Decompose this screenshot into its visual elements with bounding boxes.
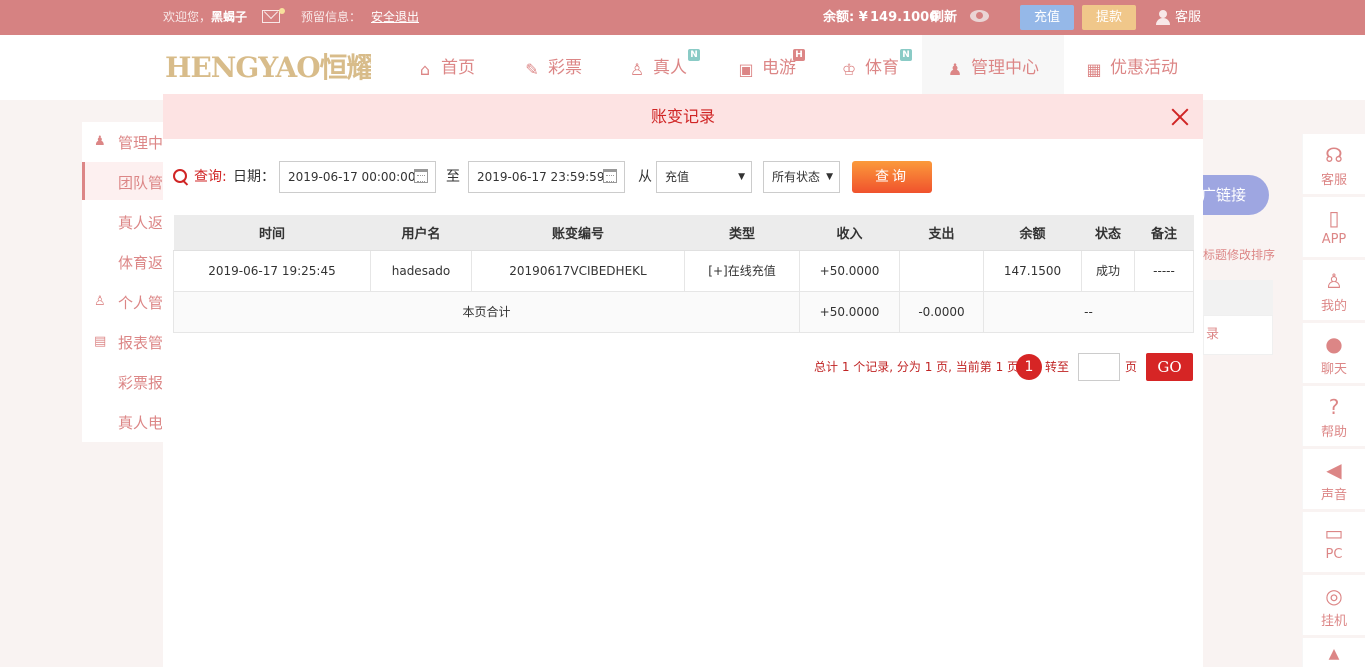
- calendar-icon[interactable]: [414, 169, 428, 183]
- modal-title: 账变记录: [650, 107, 715, 126]
- search-icon: [173, 169, 190, 186]
- account-change-modal: 账变记录 查询: 日期： 至 从 充值▼ 所有状态▼ 查询 时间 用户名 账变编…: [163, 94, 1203, 667]
- date-label: 日期：: [233, 169, 275, 185]
- type-select[interactable]: 充值 ▼: [656, 161, 752, 193]
- col-income: 收入: [799, 215, 900, 251]
- cell-username: hadesado: [370, 249, 472, 292]
- summary-expense: -0.0000: [899, 290, 984, 333]
- query-label: 查询:: [194, 169, 227, 185]
- go-button[interactable]: GO: [1146, 353, 1193, 381]
- pagination-summary: 总计 1 个记录, 分为 1 页, 当前第 1 页: [814, 360, 1020, 374]
- date-from-input[interactable]: [279, 161, 436, 193]
- records-table: 时间 用户名 账变编号 类型 收入 支出 余额 状态 备注 2019-06-17…: [173, 215, 1194, 333]
- col-type: 类型: [684, 215, 800, 251]
- chevron-down-icon: ▼: [826, 172, 833, 182]
- goto-label: 转至: [1045, 360, 1070, 374]
- col-balance: 余额: [983, 215, 1082, 251]
- page-number-current[interactable]: 1: [1016, 354, 1042, 380]
- col-username: 用户名: [370, 215, 472, 251]
- calendar-icon[interactable]: [603, 169, 617, 183]
- chevron-down-icon: ▼: [738, 172, 745, 182]
- table-header-row: 时间 用户名 账变编号 类型 收入 支出 余额 状态 备注: [173, 215, 1194, 251]
- cell-time: 2019-06-17 19:25:45: [173, 249, 371, 292]
- query-button[interactable]: 查询: [852, 161, 932, 193]
- col-remark: 备注: [1134, 215, 1194, 251]
- table-row: 2019-06-17 19:25:45 hadesado 20190617VCI…: [173, 249, 1194, 292]
- summary-row: 本页合计 +50.0000 -0.0000 --: [173, 290, 1194, 333]
- status-select[interactable]: 所有状态 ▼: [763, 161, 840, 193]
- cell-expense: [899, 249, 984, 292]
- close-icon[interactable]: [1169, 106, 1191, 128]
- summary-label: 本页合计: [173, 290, 800, 333]
- col-status: 状态: [1081, 215, 1135, 251]
- cell-income: +50.0000: [799, 249, 900, 292]
- summary-income: +50.0000: [799, 290, 900, 333]
- cell-balance: 147.1500: [983, 249, 1082, 292]
- col-time: 时间: [173, 215, 371, 251]
- goto-page-input[interactable]: [1078, 353, 1120, 381]
- from-label: 从: [638, 169, 652, 185]
- cell-remark: -----: [1134, 249, 1194, 292]
- col-change-id: 账变编号: [471, 215, 685, 251]
- cell-status: 成功: [1081, 249, 1135, 292]
- to-label: 至: [446, 169, 460, 185]
- page-unit-label: 页: [1125, 360, 1138, 374]
- cell-change-id: 20190617VCIBEDHEKL: [471, 249, 685, 292]
- col-expense: 支出: [899, 215, 984, 251]
- cell-type: [+]在线充值: [684, 249, 800, 292]
- summary-rest: --: [983, 290, 1194, 333]
- date-to-input[interactable]: [468, 161, 625, 193]
